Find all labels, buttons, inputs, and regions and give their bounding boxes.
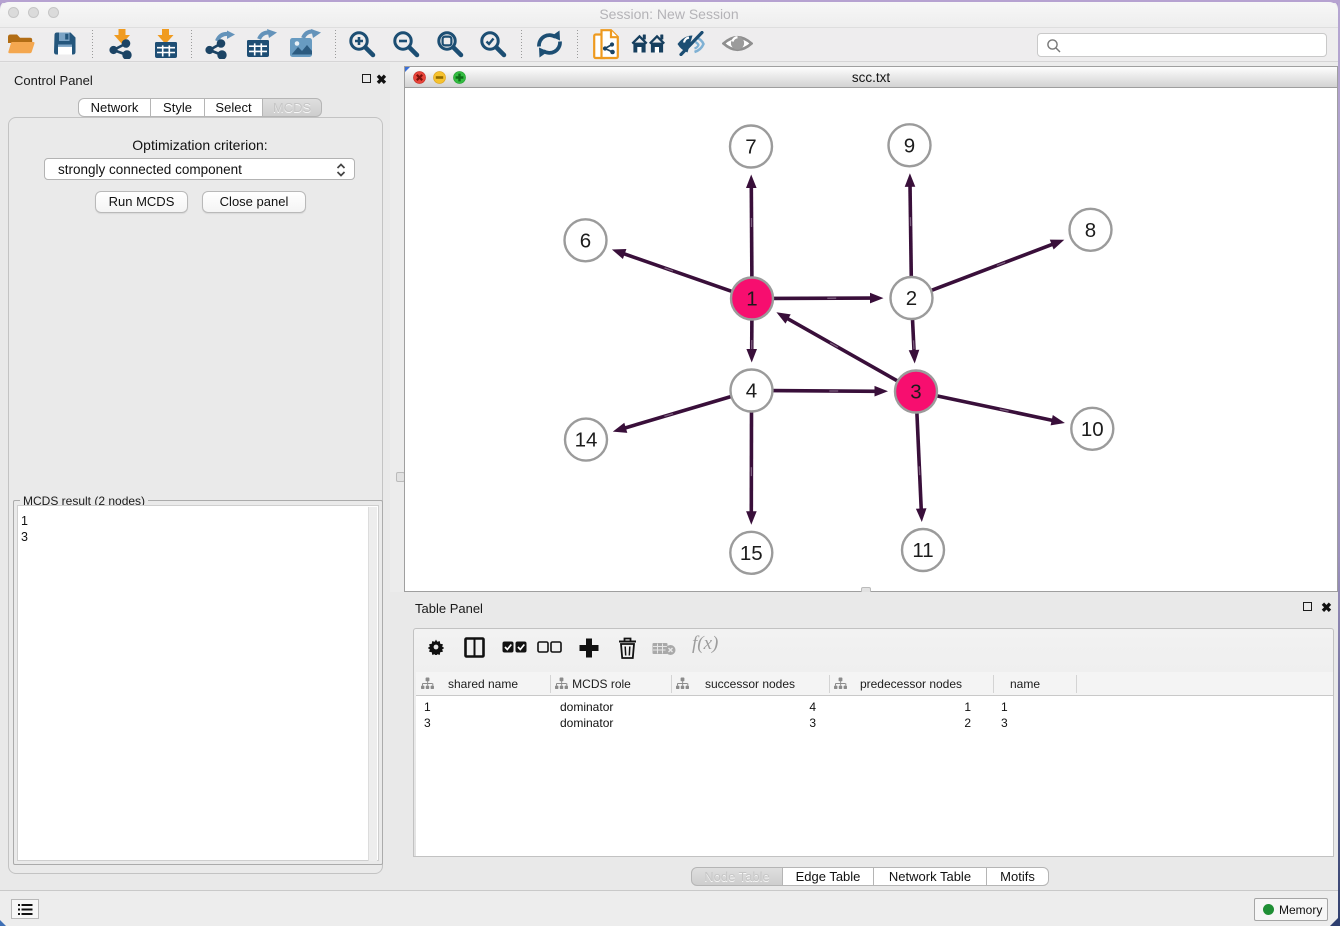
svg-text:4: 4 <box>746 380 757 403</box>
svg-text:15: 15 <box>740 542 763 565</box>
svg-text:8: 8 <box>1085 219 1096 242</box>
svg-text:6: 6 <box>580 229 591 252</box>
svg-text:7: 7 <box>745 136 756 159</box>
svg-text:14: 14 <box>575 429 598 452</box>
svg-text:10: 10 <box>1081 418 1104 441</box>
svg-text:3: 3 <box>910 381 921 404</box>
svg-text:9: 9 <box>904 134 915 157</box>
svg-text:2: 2 <box>906 287 917 310</box>
svg-text:11: 11 <box>912 539 933 562</box>
svg-text:1: 1 <box>746 288 757 311</box>
